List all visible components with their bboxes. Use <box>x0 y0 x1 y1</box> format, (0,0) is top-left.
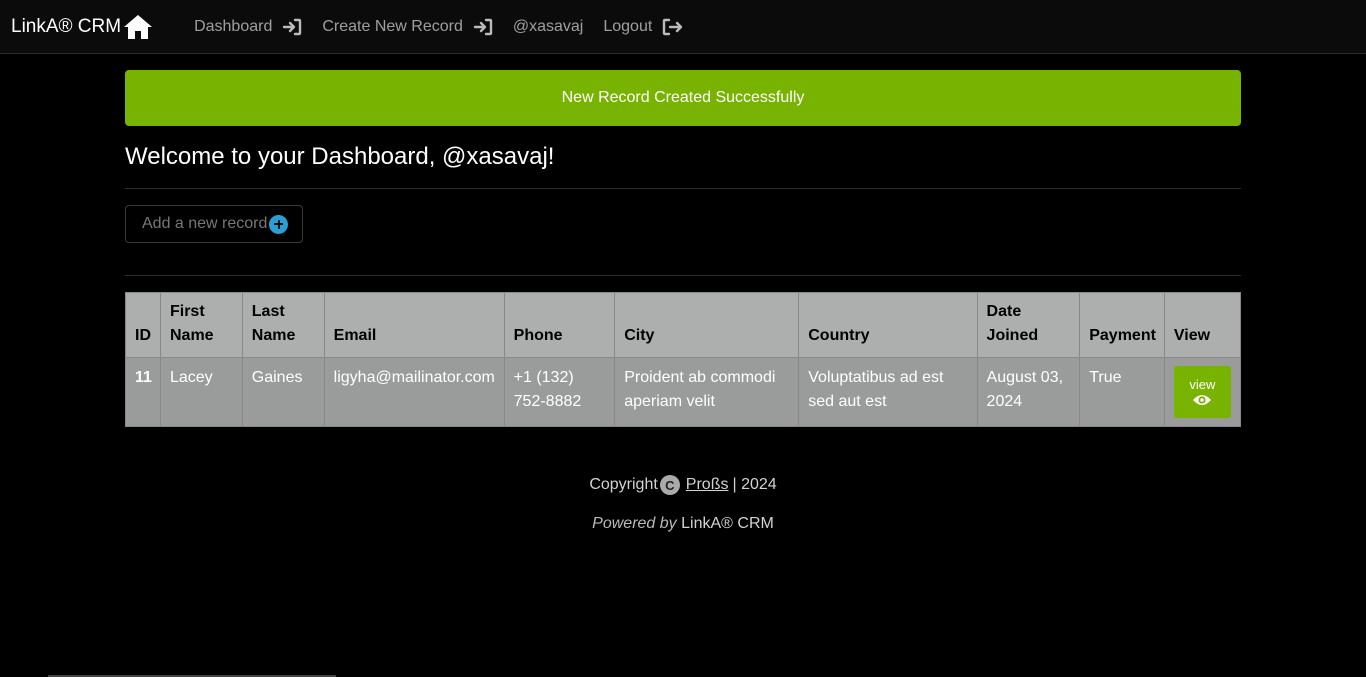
header-country: Country <box>798 292 978 358</box>
copyright-label: Copyright <box>589 476 658 493</box>
header-phone: Phone <box>503 292 616 358</box>
header-view: View <box>1163 292 1242 358</box>
nav-username[interactable]: @xasavaj <box>513 18 584 36</box>
copyright-icon: C <box>659 475 680 495</box>
plus-circle-icon <box>269 214 289 234</box>
home-icon <box>124 14 153 39</box>
nav-dashboard-label: Dashboard <box>194 17 273 35</box>
copyright-year: | 2024 <box>732 476 777 493</box>
add-record-label: Add a new record <box>142 215 268 232</box>
divider <box>125 275 1241 276</box>
powered-by-line: Powered by LinkA® CRM <box>0 515 1366 533</box>
eye-icon <box>1193 395 1212 405</box>
author-link[interactable]: Proßs <box>686 476 729 494</box>
sign-out-icon <box>663 18 683 35</box>
view-record-button[interactable]: view <box>1173 366 1231 418</box>
cell-view: view <box>1163 357 1242 427</box>
add-record-button[interactable]: Add a new record <box>125 205 303 243</box>
cell-date-joined: August 03, 2024 <box>976 357 1081 427</box>
nav-dashboard[interactable]: Dashboard <box>194 18 302 36</box>
table-row: 11 Lacey Gaines ligyha@mailinator.com +1… <box>125 357 1242 427</box>
copyright-line: Copyright C Proßs | 2024 <box>0 475 1366 495</box>
nav-create-record[interactable]: Create New Record <box>322 18 493 36</box>
cell-payment: True <box>1079 357 1165 427</box>
header-last-name: Last Name <box>241 292 325 358</box>
header-email: Email <box>323 292 505 358</box>
powered-by-name: LinkA® CRM <box>681 515 774 532</box>
header-first-name: First Name <box>159 292 243 358</box>
header-payment: Payment <box>1079 292 1165 358</box>
header-id: ID <box>125 292 161 358</box>
powered-by-label: Powered by <box>592 515 677 532</box>
header-city: City <box>614 292 800 358</box>
nav-create-record-label: Create New Record <box>322 17 463 35</box>
cell-last-name: Gaines <box>241 357 325 427</box>
table-header-row: ID First Name Last Name Email Phone City… <box>125 292 1242 358</box>
records-table: ID First Name Last Name Email Phone City… <box>125 292 1242 427</box>
cell-id: 11 <box>125 357 161 427</box>
divider <box>125 188 1241 189</box>
cell-city: Proident ab commodi aperiam velit <box>614 357 800 427</box>
cell-first-name: Lacey <box>159 357 243 427</box>
brand-link[interactable]: LinkA® CRM <box>11 14 153 40</box>
sign-in-icon <box>473 18 493 35</box>
cell-country: Voluptatibus ad est sed aut est <box>798 357 978 427</box>
navbar: LinkA® CRM Dashboard Create New Record @… <box>0 0 1366 54</box>
alert-text: New Record Created Successfully <box>561 89 805 106</box>
brand-name: LinkA® CRM <box>11 15 122 37</box>
view-label: view <box>1189 377 1216 392</box>
header-date-joined: Date Joined <box>976 292 1081 358</box>
main-container: New Record Created Successfully Welcome … <box>125 70 1242 427</box>
success-alert: New Record Created Successfully <box>125 70 1241 126</box>
cell-email: ligyha@mailinator.com <box>323 357 505 427</box>
nav-logout[interactable]: Logout <box>603 18 684 36</box>
page-title: Welcome to your Dashboard, @xasavaj! <box>125 143 555 170</box>
nav-links: Dashboard Create New Record @xasavaj Log… <box>194 18 704 36</box>
sign-in-icon <box>283 18 302 35</box>
cell-phone: +1 (132) 752-8882 <box>503 357 616 427</box>
nav-username-label: @xasavaj <box>512 17 584 35</box>
nav-logout-label: Logout <box>603 17 653 35</box>
